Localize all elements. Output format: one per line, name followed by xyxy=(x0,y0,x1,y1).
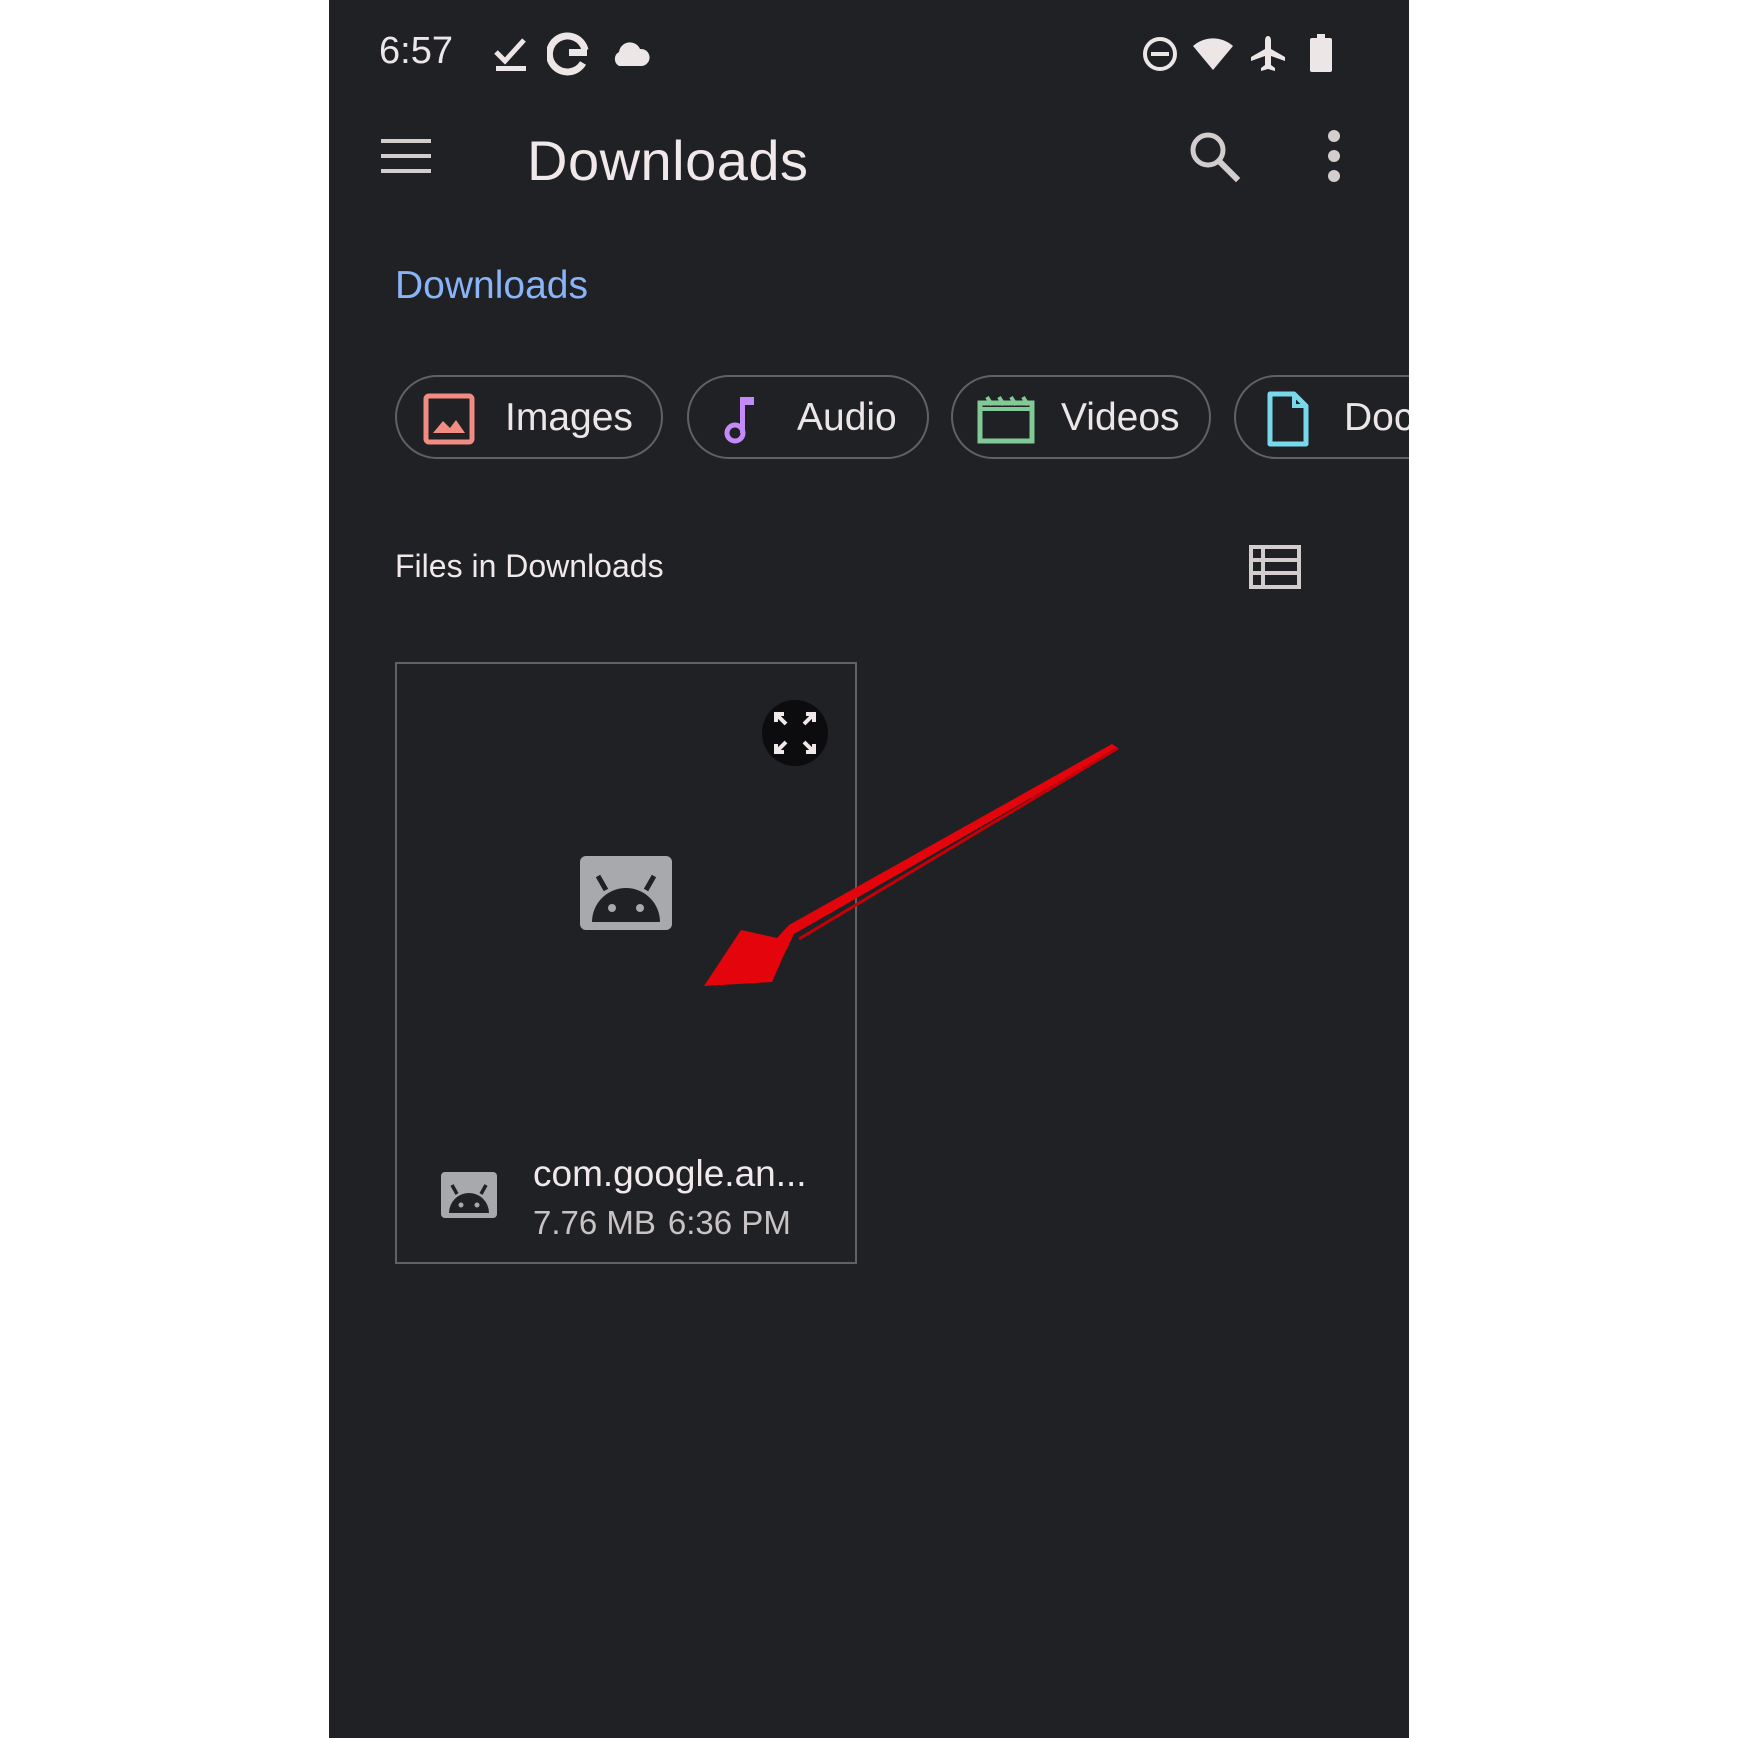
wifi-icon xyxy=(1193,38,1233,70)
google-icon xyxy=(547,32,589,76)
document-icon xyxy=(1267,391,1309,447)
section-title: Files in Downloads xyxy=(395,548,664,584)
search-icon[interactable] xyxy=(1184,126,1244,186)
file-card[interactable]: com.google.an... 7.76 MB 6:36 PM xyxy=(395,662,857,1264)
fullscreen-icon[interactable] xyxy=(762,700,828,766)
app-bar: Downloads xyxy=(329,110,1409,210)
more-vert-icon[interactable] xyxy=(1314,126,1354,186)
chip-videos[interactable]: Videos xyxy=(951,375,1211,459)
cloud-icon xyxy=(614,42,650,66)
chip-documents-label: Doc xyxy=(1344,396,1409,439)
chip-images[interactable]: Images xyxy=(395,375,663,459)
fullscreen-icon-glyph xyxy=(774,712,816,754)
movie-clapper-icon xyxy=(977,395,1035,444)
breadcrumb[interactable]: Downloads xyxy=(395,264,588,308)
list-view-icon[interactable] xyxy=(1249,545,1301,589)
app-title: Downloads xyxy=(527,129,809,192)
file-time: 6:36 PM xyxy=(667,1204,791,1241)
chip-videos-label: Videos xyxy=(1061,396,1180,439)
music-note-icon xyxy=(724,397,754,444)
chip-documents[interactable]: Doc xyxy=(1234,375,1409,459)
chip-images-label: Images xyxy=(505,396,633,439)
battery-icon xyxy=(1310,34,1332,72)
hamburger-menu-icon[interactable] xyxy=(379,130,433,184)
status-bar: 6:57 xyxy=(329,0,1409,110)
status-time: 6:57 xyxy=(379,30,453,72)
chip-audio-label: Audio xyxy=(797,396,897,439)
category-chips: Images Audio Videos Doc xyxy=(395,375,1409,463)
image-icon xyxy=(423,393,475,445)
android-apk-icon xyxy=(580,856,672,930)
checkmark-download-icon xyxy=(494,38,526,71)
airplane-mode-icon xyxy=(1251,36,1285,71)
chip-audio[interactable]: Audio xyxy=(687,375,929,459)
file-type-android-icon xyxy=(441,1172,497,1218)
phone-screen: 6:57 Downloads Downloads Images Audio Vi… xyxy=(329,0,1409,1738)
file-name: com.google.an... xyxy=(533,1153,807,1194)
file-size: 7.76 MB xyxy=(533,1204,656,1241)
file-meta: 7.76 MB 6:36 PM xyxy=(533,1204,791,1242)
do-not-disturb-icon xyxy=(1143,37,1177,71)
